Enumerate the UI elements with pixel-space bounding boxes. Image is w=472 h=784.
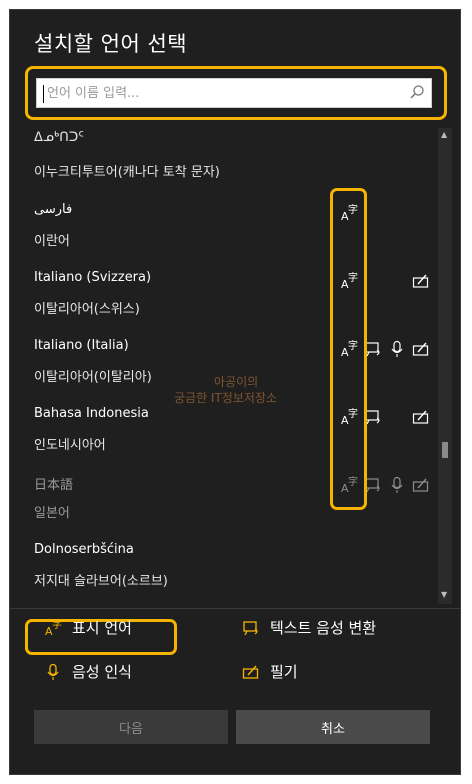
language-korean-name[interactable]: 이누크티투트어(캐나다 토착 문자) xyxy=(34,161,220,180)
language-native-name[interactable]: Bahasa Indonesia xyxy=(34,406,149,421)
display-language-icon: A字 xyxy=(45,618,62,638)
watermark: 아공이의 궁금한 IT정보저장소 xyxy=(174,374,277,406)
scrollbar[interactable]: ▲ ▼ xyxy=(438,128,452,604)
legend-handwriting: 필기 xyxy=(242,661,298,682)
language-dialog: 설치할 언어 선택 ᐃᓄᒃᑎᑐᑦ 이누크티투트어(캐나다 토착 문자) فارس… xyxy=(9,9,461,775)
language-korean-name[interactable]: 이란어 xyxy=(34,230,70,249)
legend-label: 필기 xyxy=(270,663,298,681)
language-korean-name[interactable]: 이탈리아어(이탈리아) xyxy=(34,366,152,385)
language-native-name[interactable]: Italiano (Svizzera) xyxy=(34,270,151,285)
watermark-line: 궁금한 IT정보저장소 xyxy=(174,391,278,405)
legend-label: 표시 언어 xyxy=(72,619,132,637)
language-korean-name[interactable]: 이탈리아어(스위스) xyxy=(34,298,140,317)
language-native-name[interactable]: Italiano (Italia) xyxy=(34,338,129,353)
speech-recognition-icon xyxy=(47,663,59,680)
search-icon[interactable] xyxy=(409,84,425,104)
search-box[interactable] xyxy=(36,78,432,108)
watermark-line: 아공이의 xyxy=(214,375,259,389)
language-korean-name[interactable]: 저지대 슬라브어(소르브) xyxy=(34,570,168,589)
handwriting-icon xyxy=(242,665,259,679)
text-to-speech-icon xyxy=(243,621,258,636)
dialog-title: 설치할 언어 선택 xyxy=(34,32,188,56)
next-button[interactable]: 다음 xyxy=(34,710,228,744)
language-native-name: ᐃᓄᒃᑎᑐᑦ xyxy=(34,130,84,145)
scroll-up-arrow[interactable]: ▲ xyxy=(441,130,447,139)
legend-display-language: A 字 표시 언어 xyxy=(44,617,132,638)
legend-label: 음성 인식 xyxy=(72,663,132,681)
language-native-name[interactable]: فارسی xyxy=(34,202,72,217)
text-caret xyxy=(43,85,44,103)
scroll-down-arrow[interactable]: ▼ xyxy=(441,590,447,599)
language-korean-name[interactable]: 인도네시아어 xyxy=(34,434,106,453)
svg-text:字: 字 xyxy=(52,619,62,631)
language-search-input[interactable] xyxy=(47,79,407,107)
cancel-button[interactable]: 취소 xyxy=(236,710,430,744)
language-native-name[interactable]: 日本語 xyxy=(34,474,73,493)
scroll-thumb[interactable] xyxy=(442,442,448,458)
language-korean-name[interactable]: 일본어 xyxy=(34,502,70,521)
legend-text-to-speech: 텍스트 음성 변환 xyxy=(242,617,376,638)
language-native-name[interactable]: Dolnoserbšćina xyxy=(34,542,134,557)
legend-label: 텍스트 음성 변환 xyxy=(270,619,377,637)
language-list[interactable]: ᐃᓄᒃᑎᑐᑦ 이누크티투트어(캐나다 토착 문자) فارسی 이란어 A字 I… xyxy=(10,128,438,604)
legend-speech-recognition: 음성 인식 xyxy=(44,661,132,682)
display-language-column-highlight xyxy=(330,188,367,510)
